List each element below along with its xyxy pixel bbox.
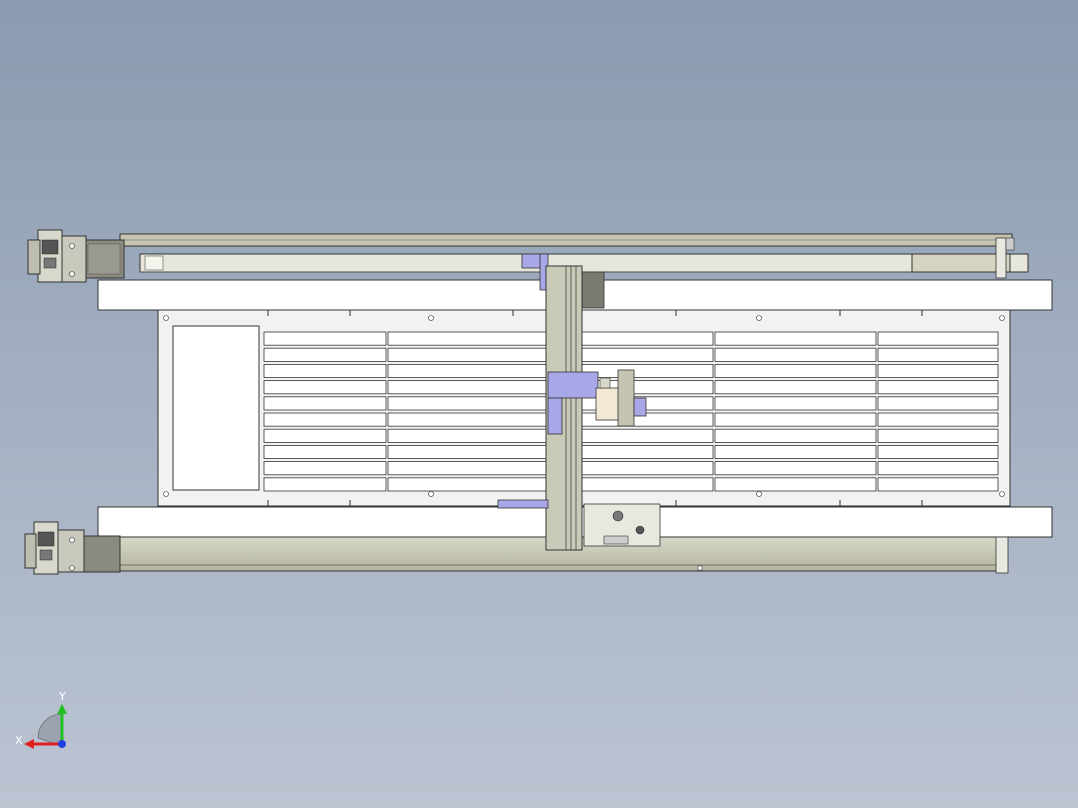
top-rail-guide (139, 253, 1029, 273)
frame-bolt (756, 315, 762, 321)
table-slat (714, 428, 877, 443)
table-slat (714, 363, 877, 378)
coordinate-triad: Y X (15, 690, 67, 749)
table-slat (714, 396, 877, 411)
table-slat (714, 444, 877, 459)
frame-bolt (428, 491, 434, 497)
table-slat (387, 347, 549, 362)
table-slat (877, 347, 999, 362)
table-slat (263, 347, 387, 362)
table-slat (877, 396, 999, 411)
table-slat (714, 347, 877, 362)
table-slat (387, 363, 549, 378)
table-slat (263, 461, 387, 476)
table-slat (387, 412, 549, 427)
frame-bolt (163, 315, 169, 321)
table-slat (877, 363, 999, 378)
frame-bolt (756, 491, 762, 497)
table-slat (263, 363, 387, 378)
table-slat (714, 477, 877, 492)
table-slat (263, 396, 387, 411)
table-slat (263, 477, 387, 492)
carriage-head (595, 387, 621, 421)
table-frame (157, 309, 1011, 507)
frame-bolt (428, 315, 434, 321)
table-slat (387, 331, 549, 346)
table-slat (877, 444, 999, 459)
x-axis-label: X (15, 734, 23, 747)
table-slat (263, 444, 387, 459)
table-slat (387, 477, 549, 492)
table-slat (714, 331, 877, 346)
cad-model-view[interactable]: Y X (0, 0, 1078, 808)
table-slat (387, 461, 549, 476)
table-slat (387, 428, 549, 443)
top-left-motor (27, 229, 125, 283)
table-slat (263, 380, 387, 395)
table-slat (263, 331, 387, 346)
cad-viewport[interactable]: Y X (0, 0, 1078, 808)
table-slat (263, 412, 387, 427)
frame-bolt (999, 315, 1005, 321)
table-slat (263, 428, 387, 443)
table-slat (714, 412, 877, 427)
table-slat (714, 380, 877, 395)
z-axis-point (58, 740, 66, 748)
table-slat (387, 444, 549, 459)
table-slat (877, 428, 999, 443)
frame-bolt (999, 491, 1005, 497)
table-slat (387, 396, 549, 411)
table-slat (877, 412, 999, 427)
frame-bolt (163, 491, 169, 497)
table-side-panel (172, 325, 260, 491)
table-slat (714, 461, 877, 476)
table-slat (877, 380, 999, 395)
table-slat (387, 380, 549, 395)
table-slat (877, 461, 999, 476)
table-slat (877, 477, 999, 492)
y-axis-label: Y (58, 690, 66, 703)
table-slat (877, 331, 999, 346)
